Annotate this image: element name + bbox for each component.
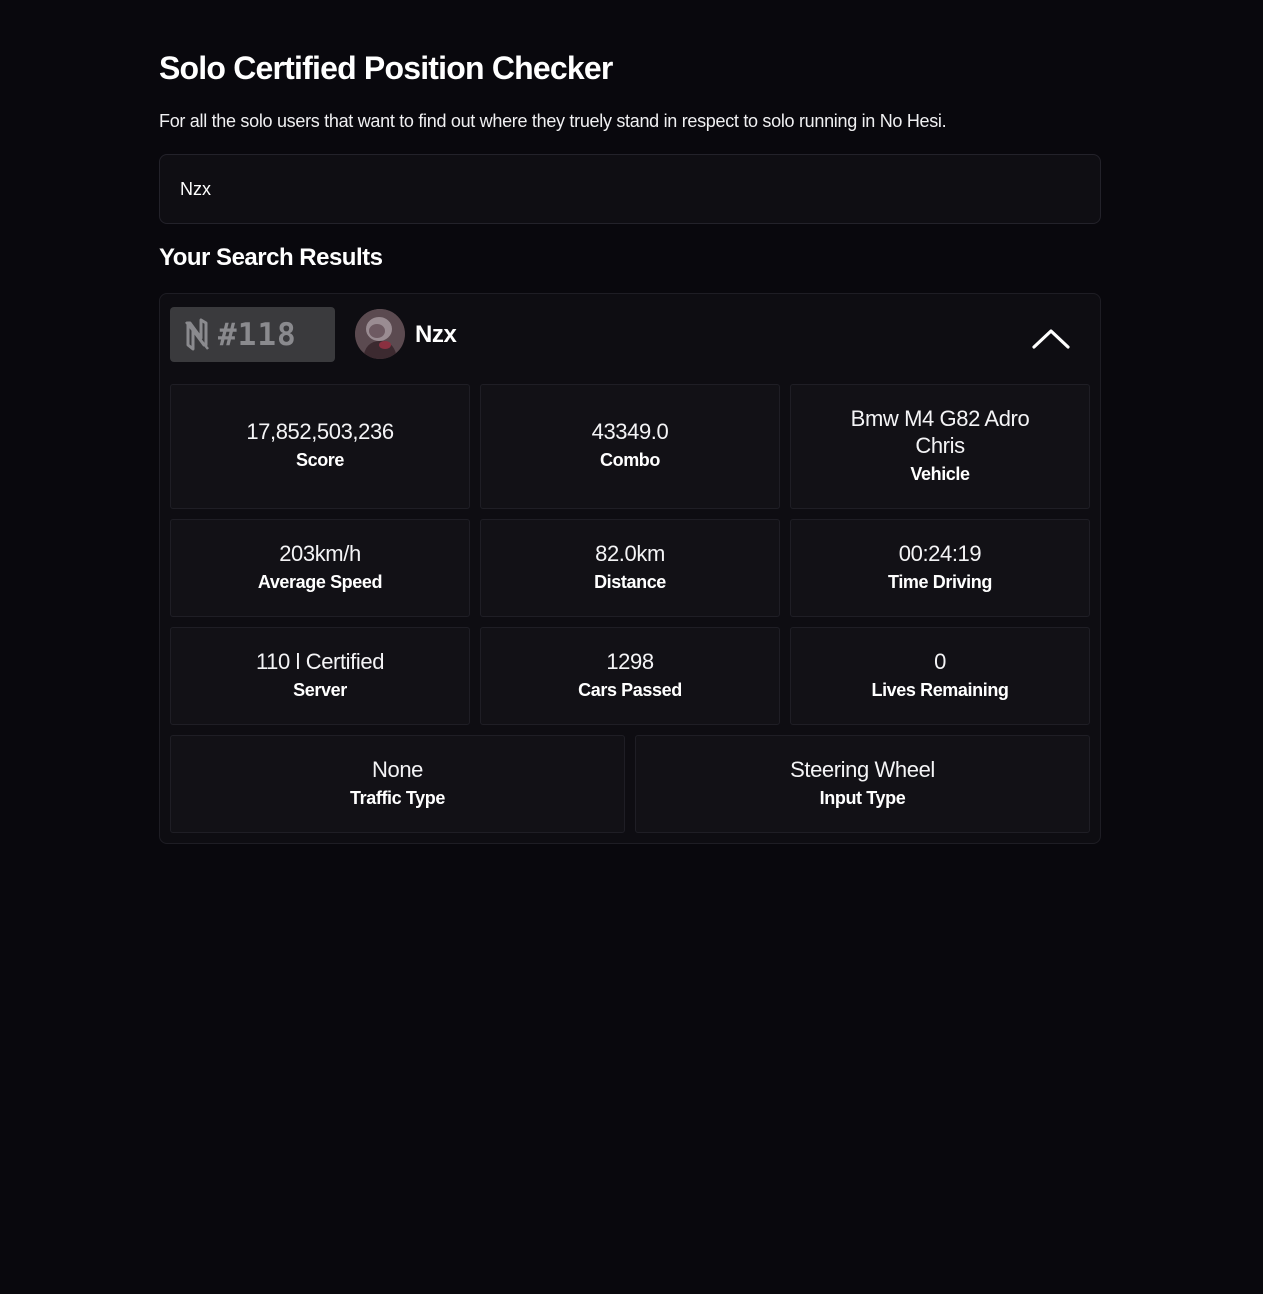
stat-vehicle: Bmw M4 G82 Adro Chris Vehicle	[790, 384, 1090, 509]
stat-value: 43349.0	[591, 419, 669, 444]
stat-value: 0	[934, 648, 946, 674]
stat-label: Time Driving	[888, 571, 992, 592]
stat-value: 1298	[606, 648, 654, 674]
stat-time-driving: 00:24:19 Time Driving	[790, 519, 1090, 617]
collapse-button[interactable]	[1030, 322, 1072, 352]
stat-distance: 82.0km Distance	[480, 519, 780, 617]
stat-label: Server	[293, 679, 347, 700]
stat-value: Steering Wheel	[790, 756, 935, 782]
stat-value: None	[372, 756, 423, 782]
stat-label: Score	[295, 450, 345, 470]
stat-value: 17,852,503,236	[246, 419, 394, 444]
avatar	[355, 309, 405, 359]
page-subtitle: For all the solo users that want to find…	[159, 111, 947, 131]
nohesi-logo-icon	[184, 318, 210, 352]
stat-score: 17,852,503,236 Score	[170, 384, 470, 509]
stat-average-speed: 203km/h Average Speed	[170, 519, 470, 617]
rank-badge: #118	[170, 307, 335, 362]
stat-value: 82.0km	[595, 540, 665, 566]
stat-value: Bmw M4 G82 Adro Chris	[850, 405, 1030, 458]
stat-label: Vehicle	[910, 463, 970, 484]
stat-server: 110 l Certified Server	[170, 627, 470, 725]
stat-label: Distance	[594, 571, 666, 592]
search-input[interactable]	[159, 154, 1101, 224]
stat-label: Average Speed	[257, 571, 383, 592]
stat-cars-passed: 1298 Cars Passed	[480, 627, 780, 725]
stat-value: 203km/h	[279, 540, 361, 566]
stat-label: Input Type	[819, 787, 906, 808]
stat-input-type: Steering Wheel Input Type	[635, 735, 1090, 833]
page-title: Solo Certified Position Checker	[159, 50, 613, 86]
stat-label: Cars Passed	[578, 679, 682, 700]
stat-traffic-type: None Traffic Type	[170, 735, 625, 833]
rank-position: #118	[218, 316, 297, 353]
player-name: Nzx	[415, 321, 457, 348]
stat-label: Traffic Type	[350, 787, 445, 808]
stat-label: Combo	[600, 450, 660, 470]
stat-value: 00:24:19	[898, 540, 982, 566]
stat-lives-remaining: 0 Lives Remaining	[790, 627, 1090, 725]
stat-combo: 43349.0 Combo	[480, 384, 780, 509]
results-title: Your Search Results	[159, 244, 383, 271]
chevron-up-icon	[1030, 329, 1072, 356]
stat-value: 110 l Certified	[255, 648, 385, 674]
stat-label: Lives Remaining	[871, 679, 1009, 700]
result-card: #118 Nzx 17,852,503,236 Score 43349.0 Co…	[159, 293, 1101, 844]
